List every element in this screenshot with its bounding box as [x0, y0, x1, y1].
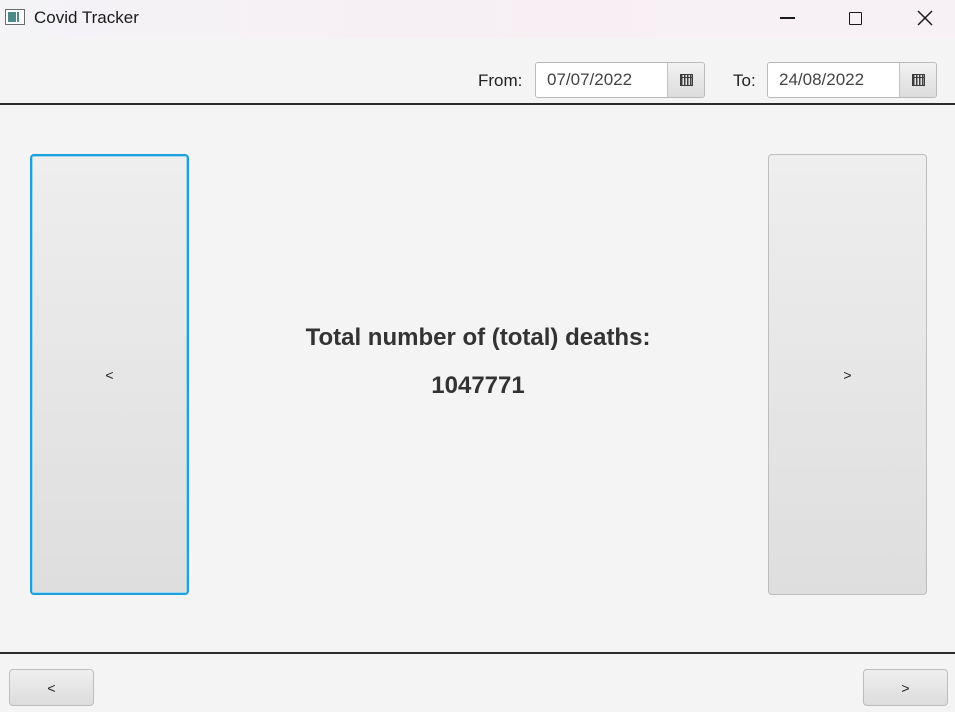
- minimize-icon: [779, 17, 795, 19]
- close-icon: [917, 10, 933, 26]
- footer-previous-button[interactable]: <: [9, 669, 94, 706]
- app-window: Covid Tracker From: To: < Total number o…: [0, 0, 955, 712]
- from-label: From:: [478, 71, 523, 90]
- to-date-picker[interactable]: [767, 62, 937, 98]
- toolbar-divider: [0, 103, 955, 105]
- from-date-picker[interactable]: [535, 62, 705, 98]
- to-calendar-button[interactable]: [899, 63, 936, 97]
- title-bar: Covid Tracker: [0, 0, 955, 38]
- maximize-button[interactable]: [820, 0, 890, 36]
- calendar-icon: [911, 74, 925, 86]
- footer-next-button[interactable]: >: [863, 669, 948, 706]
- previous-stat-button[interactable]: <: [30, 154, 189, 595]
- calendar-icon: [679, 74, 693, 86]
- to-date-field[interactable]: [768, 63, 899, 97]
- from-date-field[interactable]: [536, 63, 667, 97]
- app-window-icon: [5, 9, 25, 25]
- stat-headline: Total number of (total) deaths:: [305, 324, 651, 351]
- close-button[interactable]: [890, 0, 955, 36]
- minimize-button[interactable]: [752, 0, 822, 36]
- footer-divider: [0, 652, 955, 654]
- maximize-icon: [848, 11, 862, 25]
- next-stat-button[interactable]: >: [768, 154, 927, 595]
- window-title: Covid Tracker: [34, 8, 139, 27]
- to-label: To:: [733, 71, 756, 90]
- stat-value: 1047771: [431, 372, 525, 399]
- from-calendar-button[interactable]: [667, 63, 704, 97]
